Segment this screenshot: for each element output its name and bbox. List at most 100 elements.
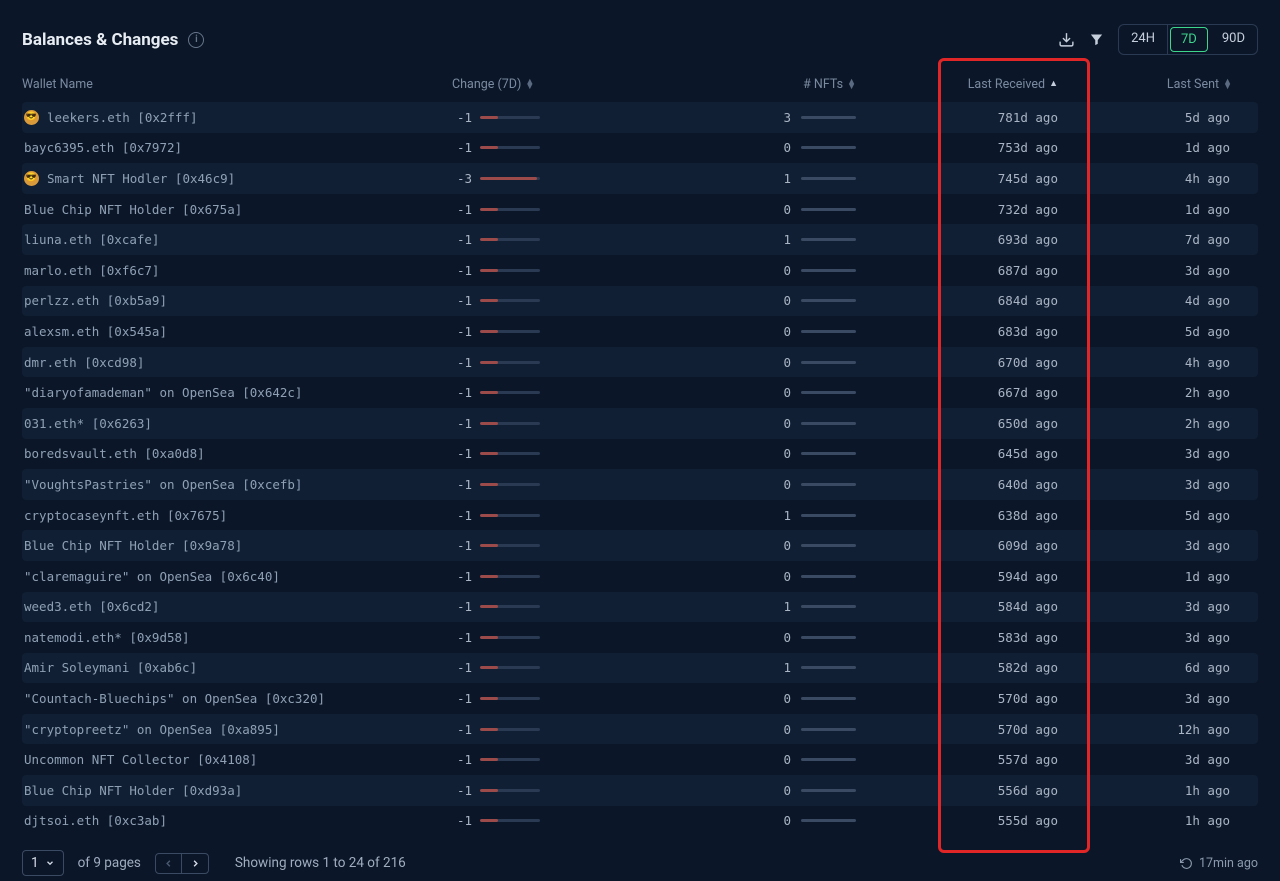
table-row[interactable]: Blue Chip NFT Holder [0x9a78]-10609d ago… (22, 530, 1258, 561)
cell-sent: 5d ago (1062, 110, 1232, 125)
table-row[interactable]: "claremaguire" on OpenSea [0x6c40]-10594… (22, 561, 1258, 592)
table-row[interactable]: natemodi.eth* [0x9d58]-10583d ago3d ago (22, 622, 1258, 653)
col-sent[interactable]: Last Sent▲▼ (1062, 77, 1232, 92)
nfts-value: 0 (777, 355, 791, 370)
table-row[interactable]: liuna.eth [0xcafe]-11693d ago7d ago (22, 224, 1258, 255)
change-value: -1 (452, 324, 472, 339)
info-icon[interactable]: i (188, 32, 204, 48)
cell-sent: 5d ago (1062, 508, 1232, 523)
table-row[interactable]: cryptocaseynft.eth [0x7675]-11638d ago5d… (22, 500, 1258, 531)
cell-wallet: perlzz.eth [0xb5a9] (22, 293, 452, 308)
cell-sent: 4h ago (1062, 355, 1232, 370)
table-row[interactable]: marlo.eth [0xf6c7]-10687d ago3d ago (22, 255, 1258, 286)
col-wallet[interactable]: Wallet Name (22, 77, 452, 92)
nfts-bar (801, 146, 856, 149)
page-title: Balances & Changes (22, 30, 178, 50)
nfts-value: 0 (777, 140, 791, 155)
table-row[interactable]: "cryptopreetz" on OpenSea [0xa895]-10570… (22, 714, 1258, 745)
nfts-value: 0 (777, 752, 791, 767)
cell-sent: 3d ago (1062, 630, 1232, 645)
cell-nfts: 0 (592, 538, 862, 553)
refresh-icon[interactable] (1180, 857, 1193, 870)
table-row[interactable]: "diaryofamademan" on OpenSea [0x642c]-10… (22, 377, 1258, 408)
range-90d[interactable]: 90D (1210, 25, 1257, 54)
cell-nfts: 0 (592, 477, 862, 492)
table-row[interactable]: weed3.eth [0x6cd2]-11584d ago3d ago (22, 592, 1258, 623)
range-24h[interactable]: 24H (1119, 25, 1168, 54)
wallet-name: djtsoi.eth [0xc3ab] (24, 813, 167, 828)
nfts-value: 1 (777, 599, 791, 614)
cell-wallet: Amir Soleymani [0xab6c] (22, 660, 452, 675)
cell-nfts: 1 (592, 232, 862, 247)
table-row[interactable]: perlzz.eth [0xb5a9]-10684d ago4d ago (22, 286, 1258, 317)
col-change[interactable]: Change (7D)▲▼ (452, 77, 592, 92)
cell-wallet: "VoughtsPastries" on OpenSea [0xcefb] (22, 477, 452, 492)
cell-nfts: 0 (592, 416, 862, 431)
cell-nfts: 1 (592, 508, 862, 523)
table-row[interactable]: 😎Smart NFT Hodler [0x46c9]-31745d ago4h … (22, 163, 1258, 194)
nfts-bar (801, 789, 856, 792)
filter-icon[interactable] (1089, 32, 1104, 47)
table-row[interactable]: Blue Chip NFT Holder [0x675a]-10732d ago… (22, 194, 1258, 225)
cell-change: -1 (452, 783, 592, 798)
cell-received: 609d ago (862, 538, 1062, 553)
nfts-value: 0 (777, 416, 791, 431)
cell-received: 732d ago (862, 202, 1062, 217)
table-row[interactable]: Amir Soleymani [0xab6c]-11582d ago6d ago (22, 653, 1258, 684)
nfts-value: 3 (777, 110, 791, 125)
col-nfts[interactable]: # NFTs▲▼ (592, 77, 862, 92)
cell-received: 582d ago (862, 660, 1062, 675)
cell-change: -1 (452, 722, 592, 737)
col-received[interactable]: Last Received▲ (862, 77, 1062, 92)
table-row[interactable]: djtsoi.eth [0xc3ab]-10555d ago1h ago (22, 806, 1258, 837)
table-row[interactable]: "Countach-Bluechips" on OpenSea [0xc320]… (22, 683, 1258, 714)
cell-received: 684d ago (862, 293, 1062, 308)
change-value: -1 (452, 416, 472, 431)
nfts-value: 0 (777, 202, 791, 217)
pages-text: of 9 pages (78, 855, 141, 871)
table-row[interactable]: 😎leekers.eth [0x2fff]-13781d ago5d ago (22, 102, 1258, 133)
change-value: -1 (452, 691, 472, 706)
nfts-value: 0 (777, 446, 791, 461)
range-7d[interactable]: 7D (1170, 27, 1208, 52)
pager-prev[interactable] (156, 854, 182, 873)
wallet-name: Uncommon NFT Collector [0x4108] (24, 752, 257, 767)
change-bar (480, 208, 540, 211)
change-bar (480, 116, 540, 119)
cell-change: -1 (452, 140, 592, 155)
table-row[interactable]: boredsvault.eth [0xa0d8]-10645d ago3d ag… (22, 439, 1258, 470)
nfts-bar (801, 391, 856, 394)
table-row[interactable]: "VoughtsPastries" on OpenSea [0xcefb]-10… (22, 469, 1258, 500)
cell-received: 753d ago (862, 140, 1062, 155)
cell-wallet: 😎Smart NFT Hodler [0x46c9] (22, 171, 452, 186)
nfts-value: 0 (777, 691, 791, 706)
cell-nfts: 0 (592, 630, 862, 645)
wallet-name: alexsm.eth [0x545a] (24, 324, 167, 339)
change-value: -1 (452, 783, 472, 798)
pager-next[interactable] (183, 854, 208, 873)
table-row[interactable]: dmr.eth [0xcd98]-10670d ago4h ago (22, 347, 1258, 378)
table-row[interactable]: 031.eth* [0x6263]-10650d ago2h ago (22, 408, 1258, 439)
nfts-value: 1 (777, 232, 791, 247)
change-bar (480, 758, 540, 761)
nfts-bar (801, 758, 856, 761)
wallet-name: bayc6395.eth [0x7972] (24, 140, 182, 155)
table-row[interactable]: Uncommon NFT Collector [0x4108]-10557d a… (22, 744, 1258, 775)
cell-nfts: 0 (592, 202, 862, 217)
cell-nfts: 1 (592, 660, 862, 675)
download-icon[interactable] (1058, 31, 1075, 48)
nfts-bar (801, 666, 856, 669)
page-select[interactable]: 1 (22, 850, 64, 876)
nfts-value: 0 (777, 569, 791, 584)
wallet-name: "VoughtsPastries" on OpenSea [0xcefb] (24, 477, 302, 492)
sort-icon: ▲▼ (525, 80, 534, 90)
nfts-bar (801, 697, 856, 700)
change-bar (480, 177, 540, 180)
table-row[interactable]: alexsm.eth [0x545a]-10683d ago5d ago (22, 316, 1258, 347)
table-row[interactable]: bayc6395.eth [0x7972]-10753d ago1d ago (22, 133, 1258, 164)
change-value: -1 (452, 110, 472, 125)
table-row[interactable]: Blue Chip NFT Holder [0xd93a]-10556d ago… (22, 775, 1258, 806)
cell-sent: 3d ago (1062, 599, 1232, 614)
change-value: -1 (452, 538, 472, 553)
cell-nfts: 3 (592, 110, 862, 125)
